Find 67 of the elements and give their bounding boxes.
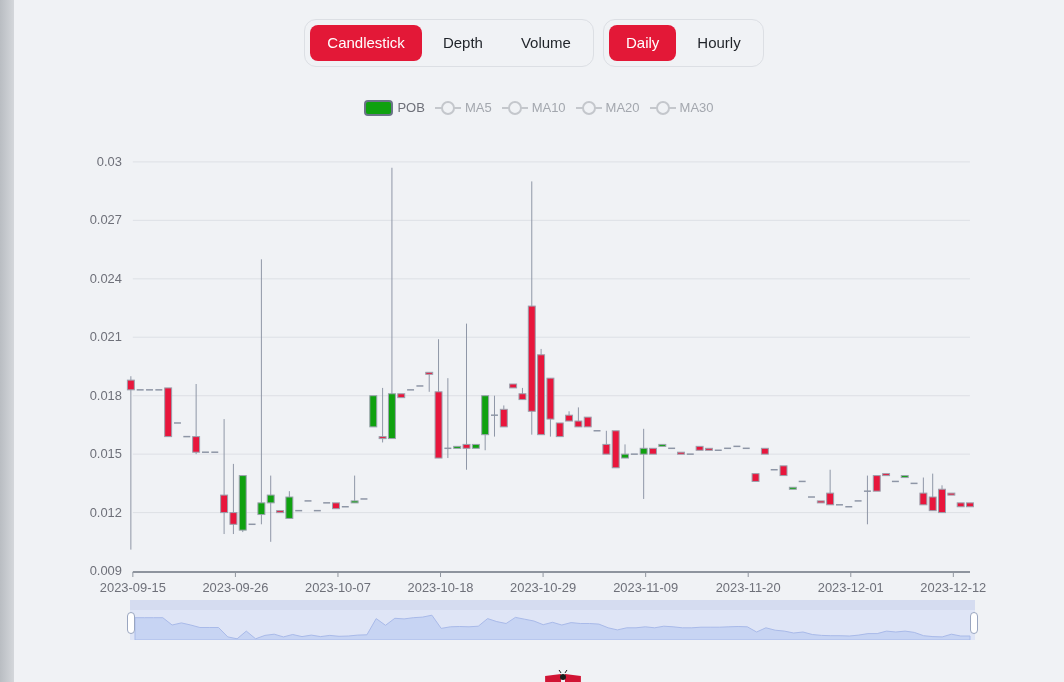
candlestick: [416, 384, 424, 387]
candlestick: [602, 429, 611, 455]
candlestick: [593, 429, 601, 432]
candlestick: [900, 474, 909, 478]
candlestick: [751, 472, 760, 482]
candlestick: [808, 495, 815, 498]
candlestick: [835, 503, 843, 506]
x-axis-label: 2023-09-15: [99, 579, 166, 595]
x-axis-label: 2023-12-12: [920, 579, 987, 595]
slider-handle[interactable]: [970, 612, 978, 635]
candlestick: [658, 443, 667, 447]
y-axis-label: 0.024: [89, 270, 122, 286]
toggle-tab[interactable]: Volume: [503, 25, 588, 61]
candlestick: [164, 386, 173, 437]
candlestick: [788, 486, 797, 490]
y-axis-label: 0.027: [89, 211, 122, 227]
candlestick: [201, 450, 209, 453]
y-axis-label: 0.021: [89, 328, 122, 344]
x-axis-label: 2023-12-01: [817, 579, 884, 595]
candlestick: [174, 421, 181, 424]
candlestick: [555, 421, 564, 437]
x-axis-label: 2023-10-18: [407, 579, 474, 595]
candlestick: [192, 383, 201, 455]
candlestick: [676, 451, 685, 455]
y-axis-label: 0.009: [89, 562, 122, 578]
legend-line-icon[interactable]: [501, 100, 528, 115]
y-axis-label: 0.03: [96, 153, 122, 169]
legend-line-icon[interactable]: [575, 100, 602, 115]
legend-label[interactable]: POB: [397, 98, 425, 118]
zoom-slider[interactable]: [130, 600, 975, 641]
candlestick: [323, 501, 331, 504]
candlestick: [499, 404, 508, 427]
x-axis-label: 2023-11-09: [613, 579, 679, 595]
toggle-tab[interactable]: Daily: [608, 25, 677, 61]
candlestick: [304, 499, 312, 502]
candlestick: [332, 501, 340, 509]
legend-line-icon[interactable]: [434, 100, 461, 115]
toggle-tab[interactable]: Hourly: [680, 25, 758, 61]
candlestick: [360, 497, 368, 500]
legend-swatch-icon[interactable]: [364, 99, 394, 116]
candlestick: [491, 394, 498, 437]
x-axis-label: 2023-10-29: [510, 579, 577, 595]
candlestick: [509, 383, 518, 388]
legend-line-icon[interactable]: [649, 100, 676, 115]
butterfly-logo-icon: [543, 668, 583, 682]
candlestick: [211, 450, 219, 453]
candlestick: [407, 388, 415, 391]
candlestick: [630, 452, 638, 455]
toggle-tab[interactable]: Candlestick: [310, 25, 422, 61]
toggle-tab[interactable]: Depth: [425, 25, 500, 61]
candlestick: [760, 447, 769, 455]
x-axis-label: 2023-09-26: [202, 579, 269, 595]
candlestick: [350, 474, 359, 503]
candlestick: [136, 388, 144, 391]
x-axis-label: 2023-11-20: [715, 579, 781, 595]
y-axis-label: 0.018: [89, 387, 122, 403]
candlestick: [863, 474, 871, 525]
candlestick: [155, 388, 163, 391]
y-axis-label: 0.015: [89, 445, 122, 461]
slider-handle[interactable]: [127, 612, 135, 635]
candlestick: [854, 499, 862, 502]
candlestick: [146, 388, 153, 391]
candlestick: [126, 375, 135, 550]
candlestick: [369, 394, 378, 427]
x-axis-label: 2023-10-07: [305, 579, 371, 595]
candlestick: [686, 452, 694, 455]
y-axis-label: 0.012: [89, 504, 122, 520]
